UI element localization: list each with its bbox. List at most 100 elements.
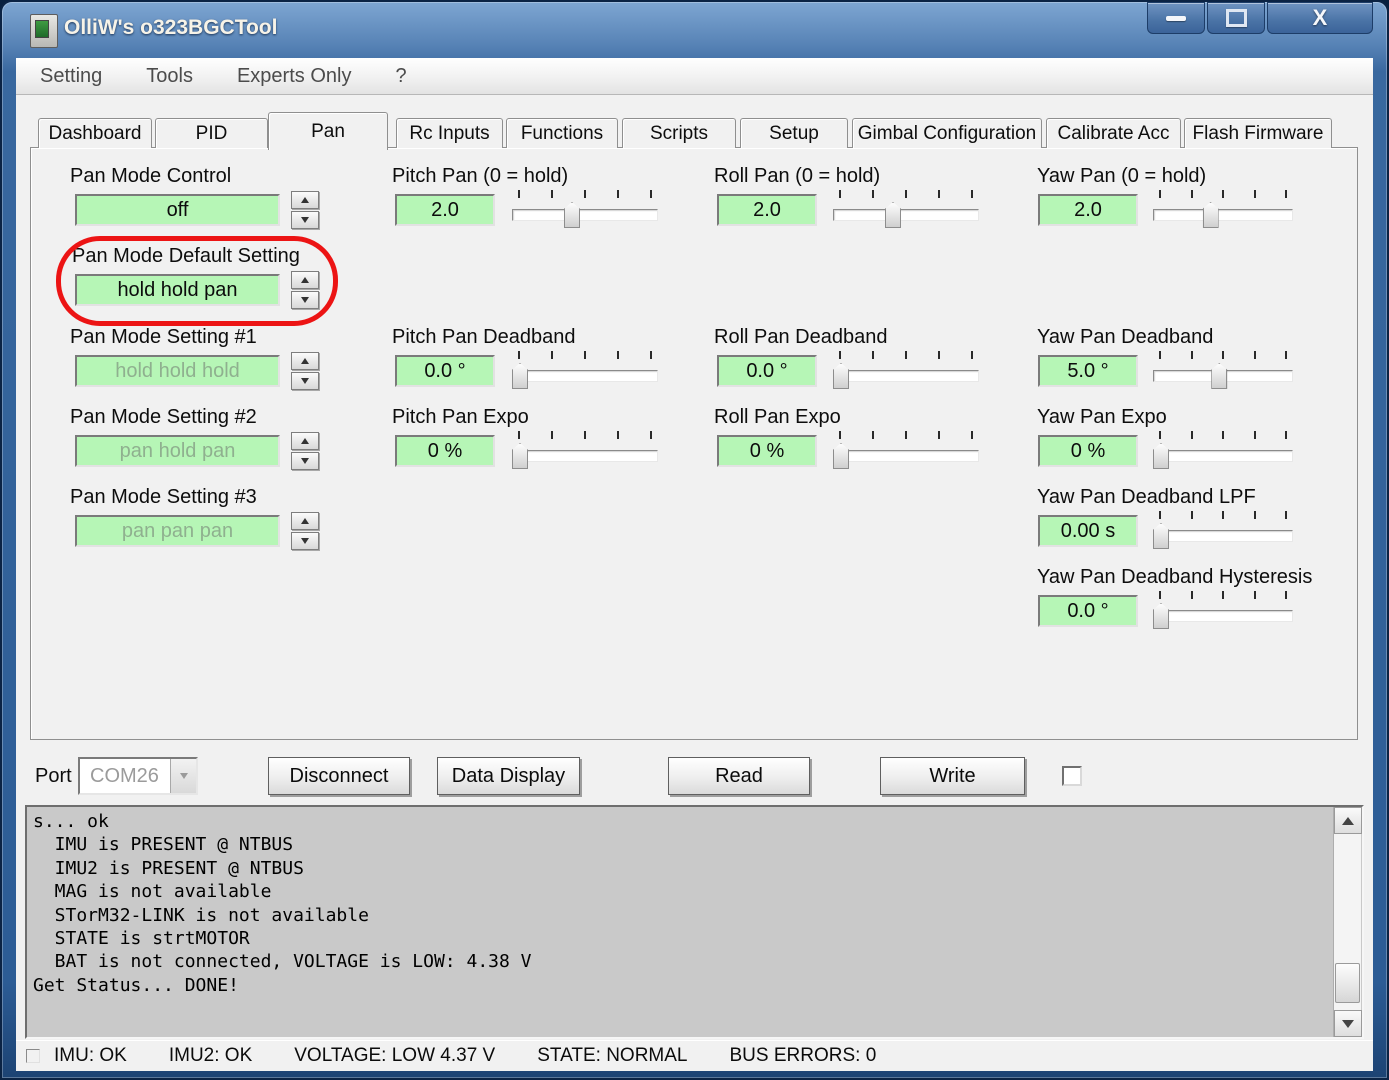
arrow-down-icon (301, 458, 309, 464)
yaw-pan-deadband-lpf-field[interactable]: 0.00 s (1038, 515, 1138, 547)
slider-track[interactable] (512, 209, 658, 221)
pitch-pan-deadband-field[interactable]: 0.0 ° (395, 355, 495, 387)
yaw-pan-deadband-lpf-label: Yaw Pan Deadband LPF (1037, 486, 1256, 509)
slider-track[interactable] (1153, 610, 1293, 622)
slider-thumb[interactable] (885, 202, 901, 228)
yaw-pan-label: Yaw Pan (0 = hold) (1037, 165, 1206, 188)
slider-thumb[interactable] (1211, 363, 1227, 389)
pitch-pan-expo-field[interactable]: 0 % (395, 435, 495, 467)
slider-track[interactable] (1153, 209, 1293, 221)
yaw-pan-expo-field[interactable]: 0 % (1038, 435, 1138, 467)
slider-thumb[interactable] (512, 363, 528, 389)
slider-track[interactable] (1153, 450, 1293, 462)
spin-up-button[interactable] (291, 271, 319, 289)
yaw-pan-field[interactable]: 2.0 (1038, 194, 1138, 226)
arrow-down-icon (301, 538, 309, 544)
slider-track[interactable] (512, 450, 658, 462)
menu-help[interactable]: ? (373, 65, 428, 88)
slider-track[interactable] (833, 209, 979, 221)
roll-pan-expo-slider[interactable] (833, 430, 979, 470)
tab-calibrate-acc[interactable]: Calibrate Acc (1046, 118, 1181, 148)
slider-track[interactable] (512, 370, 658, 382)
read-button[interactable]: Read (668, 757, 810, 795)
spin-up-button[interactable] (291, 191, 319, 209)
spin-down-button[interactable] (291, 211, 319, 229)
status-voltage: VOLTAGE: LOW 4.37 V (294, 1045, 495, 1067)
pitch-pan-field[interactable]: 2.0 (395, 194, 495, 226)
tab-gimbal-configuration[interactable]: Gimbal Configuration (852, 118, 1042, 148)
slider-thumb[interactable] (833, 363, 849, 389)
slider-track[interactable] (1153, 530, 1293, 542)
spin-down-button[interactable] (291, 452, 319, 470)
menu-setting[interactable]: Setting (16, 65, 124, 88)
tab-setup[interactable]: Setup (740, 118, 848, 148)
application-window: OlliW's o323BGCTool X Setting Tools Expe… (0, 0, 1389, 1080)
close-button[interactable]: X (1267, 2, 1373, 34)
roll-pan-expo-field[interactable]: 0 % (717, 435, 817, 467)
roll-pan-deadband-field[interactable]: 0.0 ° (717, 355, 817, 387)
minimize-button[interactable] (1147, 2, 1205, 34)
auto-checkbox[interactable] (1062, 766, 1082, 786)
disconnect-button[interactable]: Disconnect (268, 757, 410, 795)
slider-thumb[interactable] (833, 443, 849, 469)
yaw-pan-deadband-hysteresis-slider[interactable] (1153, 590, 1293, 630)
tab-pid[interactable]: PID (155, 118, 268, 148)
spin-down-button[interactable] (291, 291, 319, 309)
pan-mode-control-field[interactable]: off (75, 194, 280, 226)
slider-track[interactable] (833, 450, 979, 462)
roll-pan-slider[interactable] (833, 189, 979, 229)
roll-pan-field[interactable]: 2.0 (717, 194, 817, 226)
menu-experts-only[interactable]: Experts Only (215, 65, 373, 88)
pan-mode-setting3-label: Pan Mode Setting #3 (70, 486, 257, 509)
yaw-pan-deadband-field[interactable]: 5.0 ° (1038, 355, 1138, 387)
arrow-up-icon (301, 518, 309, 524)
slider-thumb[interactable] (1153, 603, 1169, 629)
console-scrollbar[interactable] (1333, 807, 1361, 1037)
spin-up-button[interactable] (291, 352, 319, 370)
slider-ticks (518, 431, 652, 439)
slider-ticks (839, 190, 973, 198)
slider-thumb[interactable] (1153, 443, 1169, 469)
tab-functions[interactable]: Functions (506, 118, 618, 148)
spin-down-button[interactable] (291, 372, 319, 390)
yaw-pan-expo-slider[interactable] (1153, 430, 1293, 470)
slider-track[interactable] (833, 370, 979, 382)
pan-mode-setting2-field: pan hold pan (75, 435, 280, 467)
spin-up-button[interactable] (291, 512, 319, 530)
tab-pan[interactable]: Pan (268, 112, 388, 150)
pitch-pan-expo-slider[interactable] (512, 430, 658, 470)
yaw-pan-deadband-hysteresis-field[interactable]: 0.0 ° (1038, 595, 1138, 627)
port-value: COM26 (80, 765, 170, 788)
scrollbar-thumb[interactable] (1335, 963, 1360, 1003)
pitch-pan-deadband-slider[interactable] (512, 350, 658, 390)
tab-dashboard[interactable]: Dashboard (38, 118, 152, 148)
scroll-up-button[interactable] (1334, 807, 1362, 834)
slider-thumb[interactable] (564, 202, 580, 228)
tab-flash-firmware[interactable]: Flash Firmware (1184, 118, 1332, 148)
menu-tools[interactable]: Tools (124, 65, 215, 88)
tab-rc-inputs[interactable]: Rc Inputs (396, 118, 503, 148)
yaw-pan-deadband-slider[interactable] (1153, 350, 1293, 390)
write-button[interactable]: Write (880, 757, 1025, 795)
status-checkbox[interactable] (26, 1049, 40, 1063)
pitch-pan-slider[interactable] (512, 189, 658, 229)
console-line: IMU2 is PRESENT @ NTBUS (33, 857, 1356, 880)
slider-thumb[interactable] (512, 443, 528, 469)
yaw-pan-slider[interactable] (1153, 189, 1293, 229)
port-select[interactable]: COM26 (78, 757, 198, 795)
spin-up-button[interactable] (291, 432, 319, 450)
app-icon (30, 14, 58, 48)
yaw-pan-deadband-lpf-slider[interactable] (1153, 510, 1293, 550)
slider-thumb[interactable] (1153, 523, 1169, 549)
pan-mode-default-field[interactable]: hold hold pan (75, 274, 280, 306)
slider-thumb[interactable] (1203, 202, 1219, 228)
dropdown-arrow-button[interactable] (170, 759, 196, 793)
roll-pan-deadband-slider[interactable] (833, 350, 979, 390)
maximize-button[interactable] (1207, 2, 1265, 34)
spin-down-button[interactable] (291, 532, 319, 550)
scroll-down-button[interactable] (1334, 1010, 1362, 1037)
tab-scripts[interactable]: Scripts (622, 118, 736, 148)
data-display-button[interactable]: Data Display (437, 757, 580, 795)
slider-ticks (1159, 511, 1287, 519)
status-bus-errors: BUS ERRORS: 0 (730, 1045, 877, 1067)
